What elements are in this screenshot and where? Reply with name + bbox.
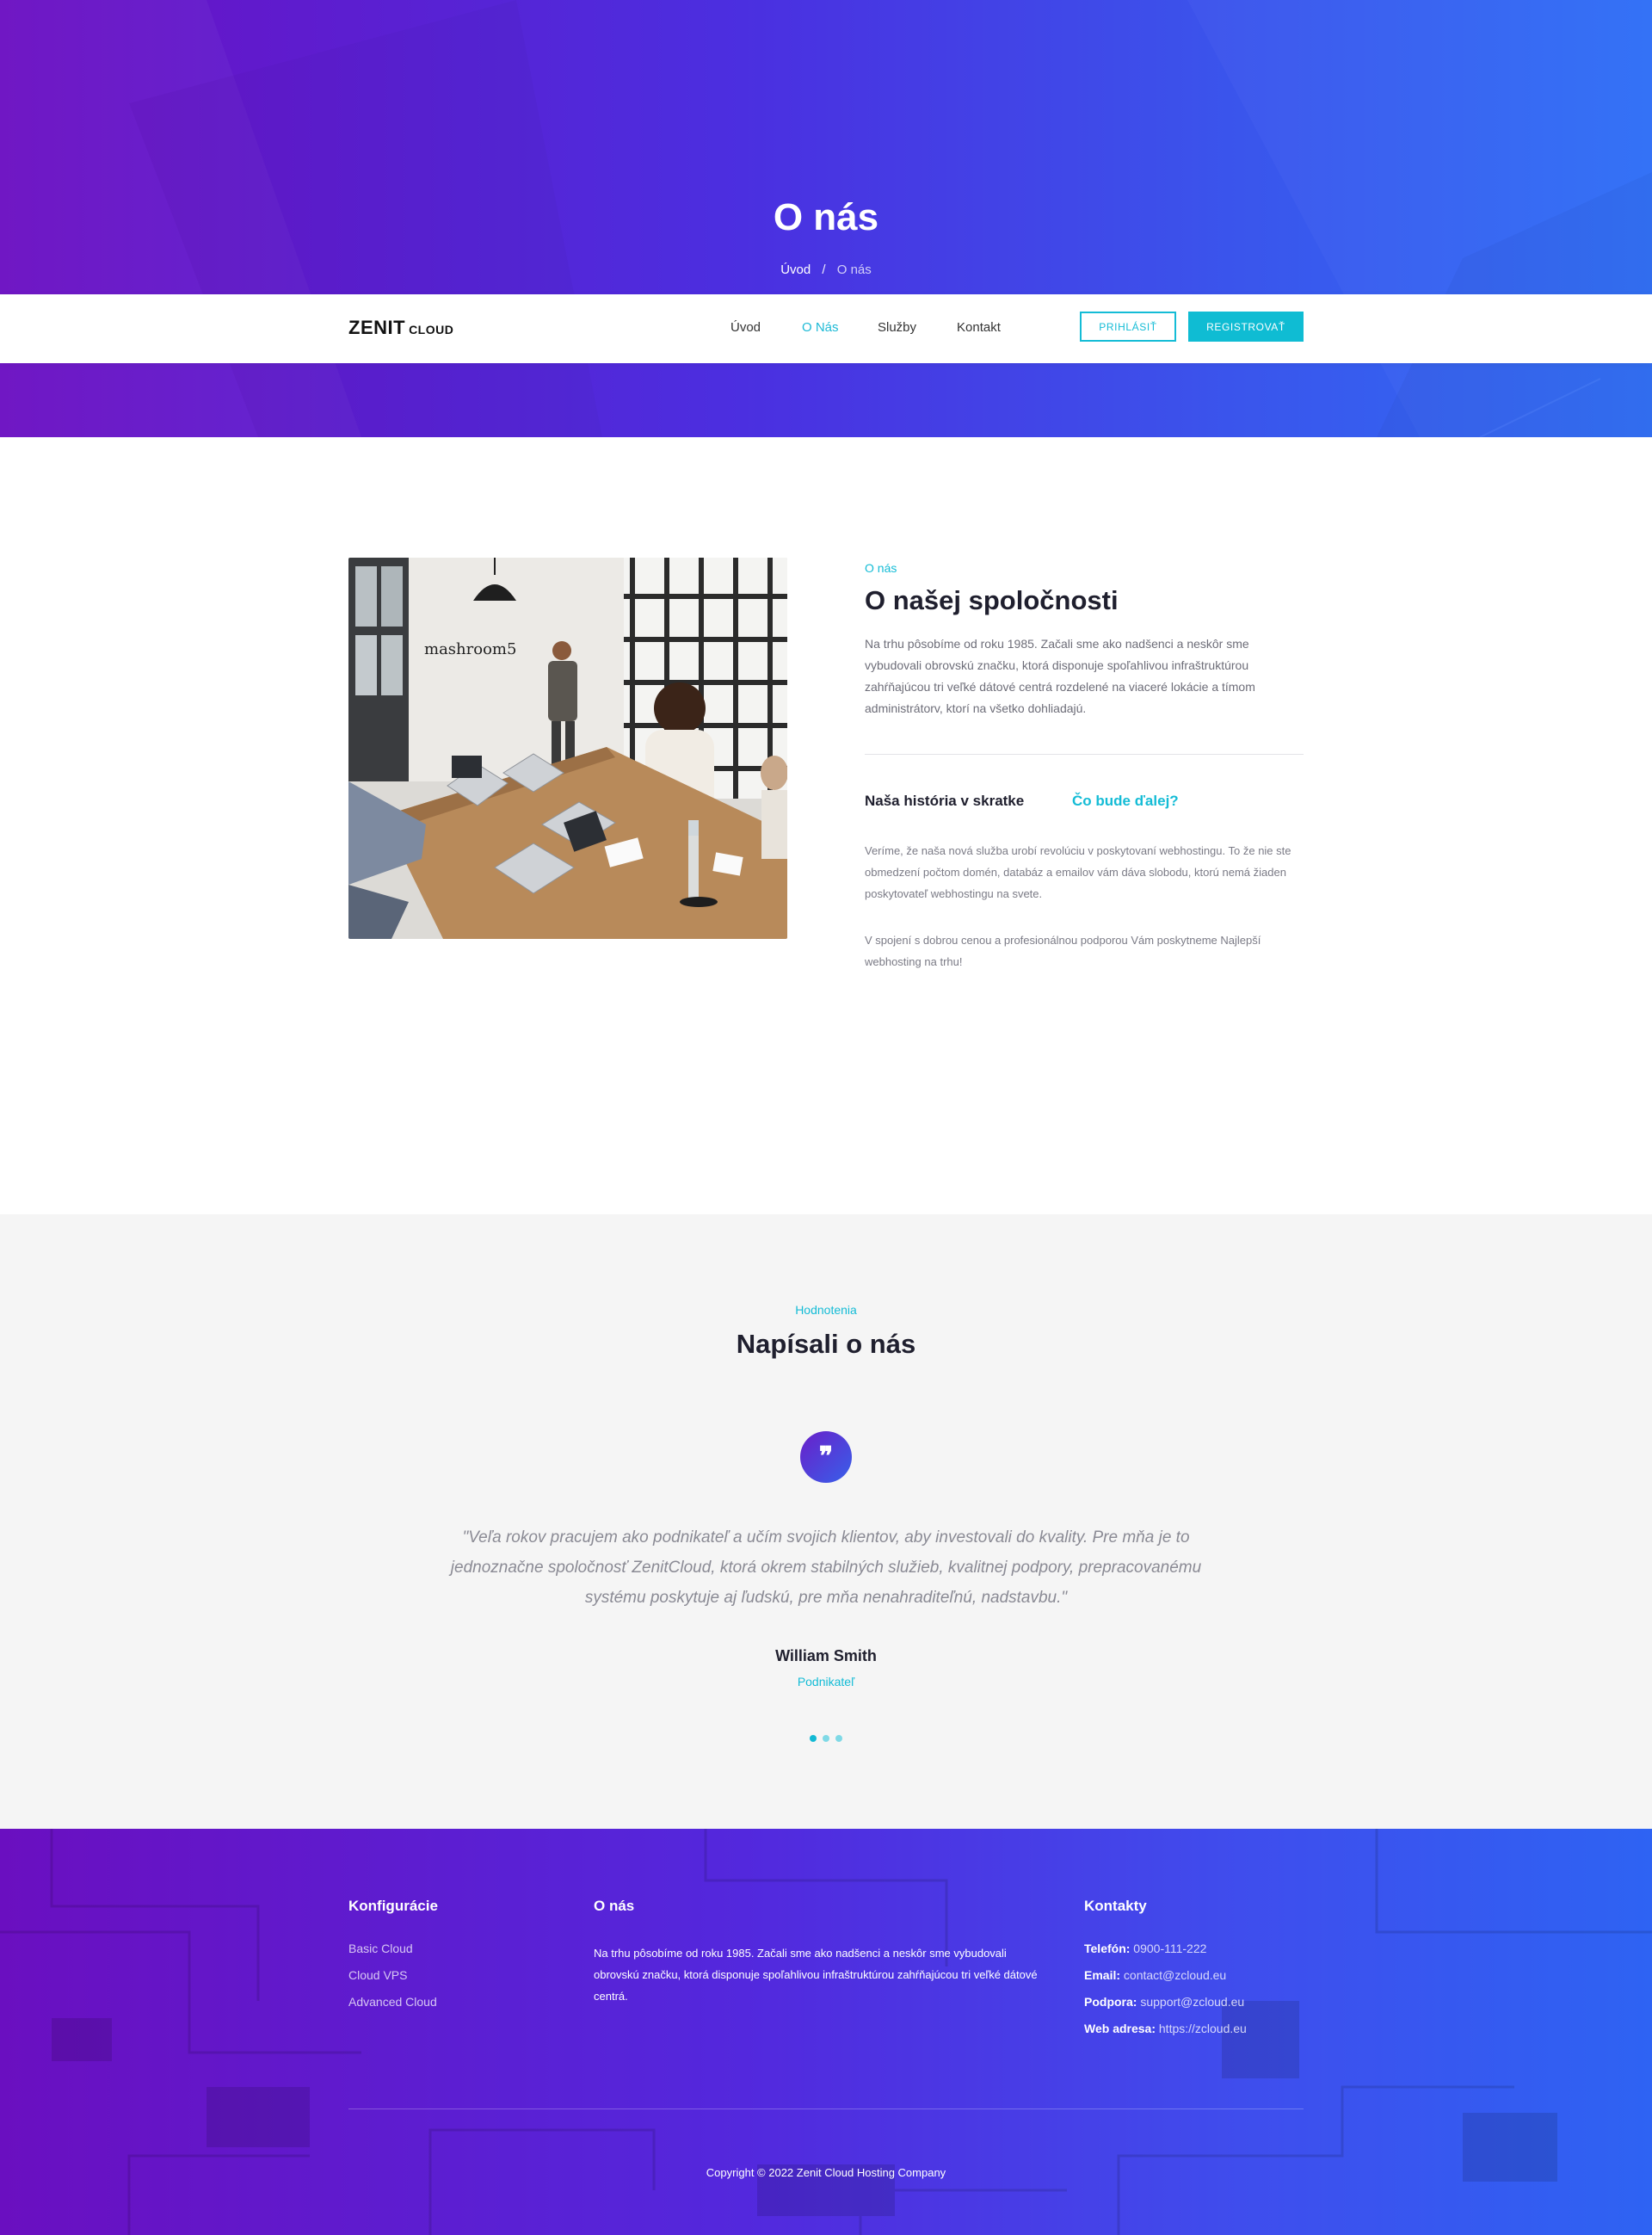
- copyright: Copyright © 2022 Zenit Cloud Hosting Com…: [706, 2166, 946, 2179]
- footer-contacts-heading: Kontakty: [1084, 1898, 1147, 1914]
- nav-item-kontakt[interactable]: Kontakt: [957, 320, 1001, 335]
- tab-future[interactable]: Čo bude ďalej?: [1072, 793, 1179, 810]
- page-title: O nás: [773, 196, 879, 238]
- footer-about-text: Na trhu pôsobíme od roku 1985. Začali sm…: [594, 1947, 1038, 2003]
- about-title: O našej spoločnosti: [865, 585, 1119, 615]
- contact-web-value[interactable]: https://zcloud.eu: [1159, 2022, 1247, 2035]
- main-navbar: ZENIT CLOUD Úvod O Nás Služby Kontakt PRI…: [0, 294, 1652, 363]
- carousel-dot-3[interactable]: [835, 1735, 842, 1742]
- contact-support-value[interactable]: support@zcloud.eu: [1140, 1995, 1244, 2009]
- breadcrumb: Úvod / O nás: [0, 262, 1652, 277]
- contact-label: Email:: [1084, 1968, 1121, 1982]
- nav-item-uvod[interactable]: Úvod: [730, 320, 761, 335]
- carousel-dots: [0, 1735, 1652, 1742]
- contact-email-value[interactable]: contact@zcloud.eu: [1124, 1968, 1226, 1982]
- about-text: Na trhu pôsobíme od roku 1985. Začali sm…: [865, 637, 1255, 715]
- tab-history[interactable]: Naša história v skratke: [865, 793, 1024, 810]
- footer-contact-support: Podpora: support@zcloud.eu: [1084, 1995, 1244, 2009]
- logo[interactable]: ZENIT CLOUD: [348, 317, 453, 339]
- testimonial-quote: "Veľa rokov pracujem ako podnikateľ a uč…: [450, 1528, 1202, 1607]
- nav-item-sluzby[interactable]: Služby: [878, 320, 916, 335]
- quote-icon: ❞: [800, 1431, 852, 1483]
- photo-wall-sign: mashroom5: [424, 640, 516, 658]
- tab-paragraph: V spojení s dobrou cenou a profesionálno…: [865, 934, 1261, 968]
- footer-contact-phone: Telefón: 0900-111-222: [1084, 1942, 1206, 1955]
- contact-label: Podpora:: [1084, 1995, 1137, 2009]
- team-meeting-illustration: mashroom5: [348, 558, 787, 939]
- site-footer: Konfigurácie Basic Cloud Cloud VPS Advan…: [0, 1829, 1652, 2235]
- login-button[interactable]: PRIHLÁSIŤ: [1080, 312, 1176, 342]
- carousel-dot-2[interactable]: [823, 1735, 829, 1742]
- testimonials-title: Napísali o nás: [736, 1329, 916, 1359]
- breadcrumb-separator: /: [822, 262, 826, 277]
- footer-link-advanced-cloud[interactable]: Advanced Cloud: [348, 1995, 437, 2009]
- logo-suffix: CLOUD: [409, 323, 454, 336]
- testimonial-author: William Smith: [775, 1647, 877, 1664]
- footer-link-basic-cloud[interactable]: Basic Cloud: [348, 1942, 413, 1955]
- carousel-dot-1[interactable]: [810, 1735, 817, 1742]
- contact-label: Telefón:: [1084, 1942, 1131, 1955]
- about-divider: [865, 754, 1304, 755]
- contact-phone-value[interactable]: 0900-111-222: [1133, 1942, 1206, 1955]
- breadcrumb-home-link[interactable]: Úvod: [780, 262, 811, 277]
- breadcrumb-current: O nás: [836, 262, 872, 277]
- footer-config-heading: Konfigurácie: [348, 1898, 438, 1914]
- about-eyebrow: O nás: [865, 561, 897, 575]
- tab-paragraph: Veríme, že naša nová služba urobí revolú…: [865, 844, 1291, 900]
- footer-divider: [348, 2108, 1304, 2109]
- footer-link-cloud-vps[interactable]: Cloud VPS: [348, 1968, 407, 1982]
- team-meeting-photo: mashroom5: [348, 558, 787, 939]
- testimonials-eyebrow: Hodnotenia: [795, 1303, 857, 1317]
- testimonial-role: Podnikateľ: [797, 1675, 855, 1689]
- nav-item-o-nas[interactable]: O Nás: [802, 320, 839, 335]
- contact-label: Web adresa:: [1084, 2022, 1156, 2035]
- footer-contact-web: Web adresa: https://zcloud.eu: [1084, 2022, 1247, 2035]
- hero-banner: O nás Úvod / O nás: [0, 0, 1652, 437]
- logo-brand: ZENIT: [348, 317, 406, 338]
- register-button[interactable]: REGISTROVAŤ: [1188, 312, 1304, 342]
- testimonials-section: Hodnotenia Napísali o nás ❞ "Veľa rokov …: [0, 1214, 1652, 1829]
- footer-contact-email: Email: contact@zcloud.eu: [1084, 1968, 1226, 1982]
- footer-about-heading: O nás: [594, 1898, 635, 1914]
